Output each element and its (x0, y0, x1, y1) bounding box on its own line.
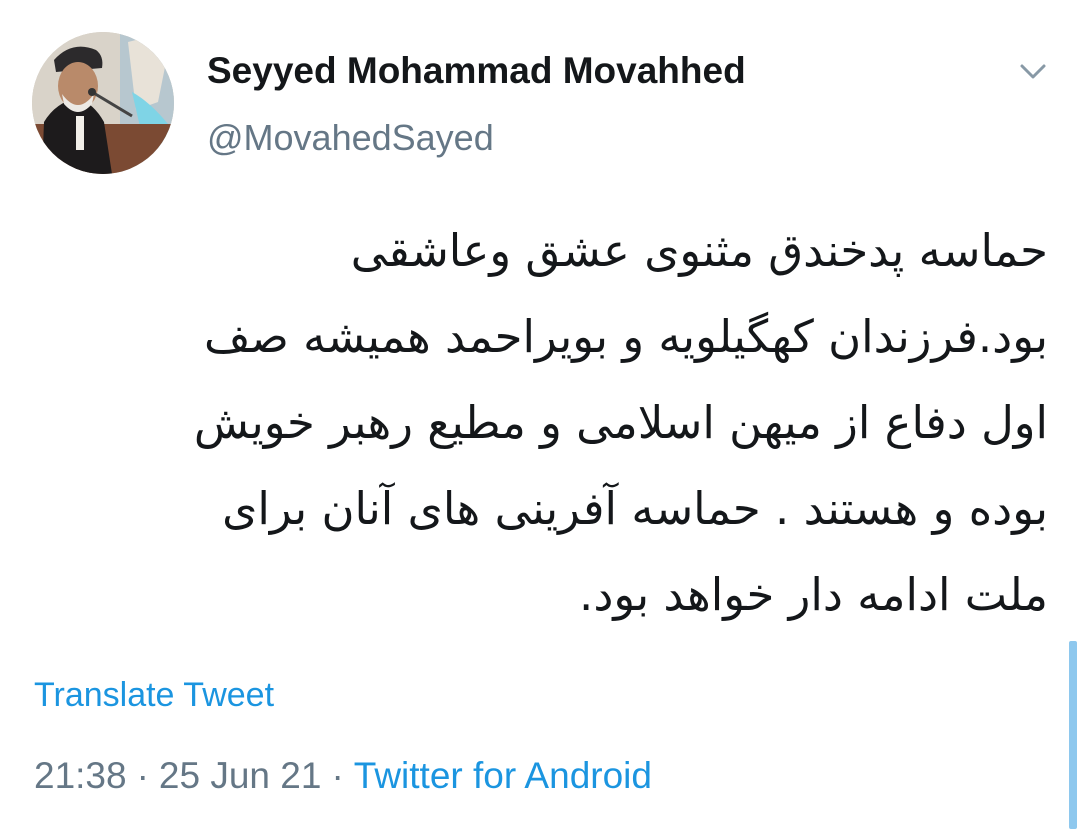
avatar[interactable] (32, 32, 174, 174)
tweet-source-link[interactable]: Twitter for Android (354, 755, 652, 796)
meta-separator: · (136, 755, 149, 796)
tweet-time: 21:38 (34, 755, 127, 796)
tweet-metadata: 21:38 · 25 Jun 21 · Twitter for Android (34, 755, 652, 797)
author-handle[interactable]: @MovahedSayed (207, 117, 494, 159)
avatar-photo (32, 32, 174, 174)
tweet-card: Seyyed Mohammad Movahhed @MovahedSayed ح… (0, 0, 1080, 829)
meta-separator: · (331, 755, 344, 796)
author-name[interactable]: Seyyed Mohammad Movahhed (207, 50, 746, 92)
tweet-date: 25 Jun 21 (158, 755, 322, 796)
translate-tweet-link[interactable]: Translate Tweet (34, 676, 274, 715)
chevron-down-icon[interactable] (1016, 58, 1050, 84)
tweet-text: حماسه پدخندق مثنوی عشق وعاشقی بود.فرزندا… (193, 224, 1048, 621)
scrollbar[interactable] (1069, 641, 1077, 829)
